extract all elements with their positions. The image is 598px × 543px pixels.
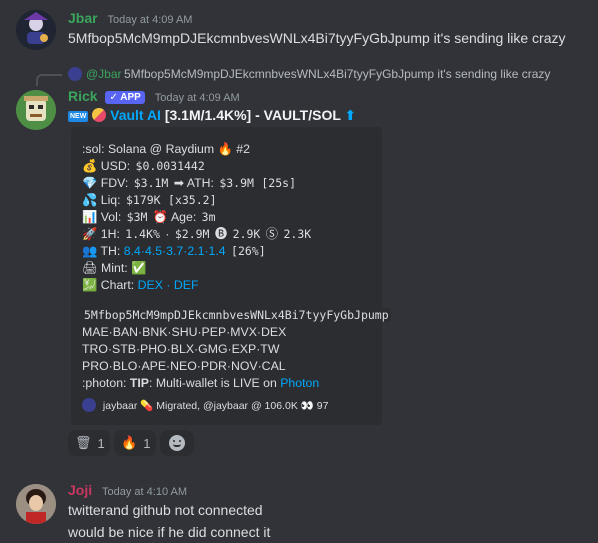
th-label: TH: — [100, 244, 121, 258]
chain-text: :sol: Solana @ Raydium — [82, 142, 215, 156]
age-label: Age: — [170, 210, 197, 224]
reaction-count: 1 — [97, 435, 105, 451]
footer-text: jaybaar 💊 Migrated, @jaybaar @ 106.0K 👀 … — [102, 400, 329, 412]
wastebasket-icon: 🗑 — [75, 435, 92, 450]
ath-value: $3.9M — [217, 176, 256, 190]
clock-icon: ⏰ — [152, 210, 169, 224]
message-jbar: Jbar Today at 4:09 AM 5Mfbop5McM9mpDJEkc… — [0, 0, 598, 60]
fire-icon: 🔥 — [121, 435, 138, 450]
sell-icon: Ⓢ — [265, 227, 279, 241]
pill-icon — [92, 108, 107, 122]
footer-avatar-icon — [82, 398, 96, 412]
chart-label: Chart: — [100, 278, 135, 292]
author-name[interactable]: Jbar — [68, 10, 98, 26]
printer-icon: 🖨 — [82, 261, 98, 275]
address-line[interactable]: 5Mfbop5McM9mpDJEkcmnbvesWNLx4Bi7tyyFyGbJ… — [82, 307, 391, 323]
author-name[interactable]: Joji — [68, 482, 92, 498]
links-row-1[interactable]: MAE·BAN·BNK·SHU·PEP·MVX·DEX — [82, 324, 286, 340]
chart-links[interactable]: DEX · DEF — [138, 278, 199, 292]
embed-title: NEW Vault AI [3.1M/1.4K%] - VAULT/SOL ⬆ — [68, 107, 356, 124]
h1-sells: 2.3K — [281, 227, 314, 241]
fire-icon: 🔥 — [217, 142, 233, 156]
avatar-joji[interactable] — [16, 484, 56, 524]
token-embed: :sol: Solana @ Raydium 🔥 #2 💰 USD: $0.00… — [71, 127, 391, 425]
usd-line: 💰 USD: $0.0031442 — [82, 158, 207, 174]
ath-age: [25s] — [259, 176, 298, 190]
tip-prefix: :photon: — [82, 376, 127, 390]
tip-label: TIP — [129, 376, 150, 390]
reply-preview[interactable]: @Jbar 5Mfbop5McM9mpDJEkcmnbvesWNLx4Bi7ty… — [36, 64, 596, 86]
embed-footer: jaybaar 💊 Migrated, @jaybaar @ 106.0K 👀 … — [82, 398, 328, 414]
th-total: [26%] — [229, 244, 268, 258]
h1-vol: $2.9M — [172, 227, 212, 241]
th-line: 👥 TH: 8.4·4.5·3.7·2.1·1.4 [26%] — [82, 243, 268, 259]
check-icon: ✅ — [131, 261, 147, 275]
liq-line: 💦 Liq: $179K [x35.2] — [82, 192, 219, 208]
chain-line: :sol: Solana @ Raydium 🔥 #2 — [82, 141, 250, 157]
buy-icon: 🅑 — [214, 227, 228, 241]
timestamp: Today at 4:09 AM — [154, 92, 240, 104]
links-row-2[interactable]: TRO·STB·PHO·BLX·GMG·EXP·TW — [82, 341, 279, 357]
app-badge: ✓ APP — [105, 91, 145, 104]
reaction-wastebasket[interactable]: 🗑 1 — [68, 430, 110, 456]
message-text: would be nice if he did connect it — [68, 524, 271, 540]
tip-text: : Multi-wallet is LIVE on — [149, 376, 277, 390]
liq-label: Liq: — [100, 193, 121, 207]
links-row-3[interactable]: PRO·BLO·APE·NEO·PDR·NOV·CAL — [82, 358, 286, 374]
age-value: 3m — [199, 210, 218, 224]
avatar-jbar[interactable] — [16, 10, 56, 50]
photon-link[interactable]: Photon — [280, 376, 319, 390]
chart-line: 💹 Chart: DEX · DEF — [82, 277, 198, 293]
h1-pct: 1.4K% — [123, 227, 162, 241]
h1-label: 1H: — [100, 227, 120, 241]
reaction-fire[interactable]: 🔥 1 — [114, 430, 156, 456]
fdv-line: 💎 FDV: $3.1M ➡ ATH: $3.9M [25s] — [82, 175, 298, 191]
mint-line: 🖨 Mint: ✅ — [82, 260, 146, 276]
embed-title-stats: [3.1M/1.4K%] - VAULT/SOL — [164, 107, 341, 123]
vol-label: Vol: — [100, 210, 122, 224]
money-bag-icon: 💰 — [82, 159, 98, 173]
usd-value: $0.0031442 — [133, 159, 207, 173]
contract-address[interactable]: 5Mfbop5McM9mpDJEkcmnbvesWNLx4Bi7tyyFyGbJ… — [82, 308, 391, 322]
embed-title-link[interactable]: Vault AI — [110, 107, 161, 123]
message-text: 5Mfbop5McM9mpDJEkcmnbvesWNLx4Bi7tyyFyGbJ… — [68, 30, 566, 46]
chart-icon: 💹 — [82, 278, 98, 292]
rank-text: #2 — [236, 142, 250, 156]
usd-label: USD: — [100, 159, 131, 173]
h1-buys: 2.9K — [230, 227, 263, 241]
avatar-rick[interactable] — [16, 90, 56, 130]
add-reaction-button[interactable] — [160, 430, 194, 456]
th-values[interactable]: 8.4·4.5·3.7·2.1·1.4 — [124, 244, 226, 258]
message-text: twitterand github not connected — [68, 502, 263, 518]
droplets-icon: 💦 — [82, 193, 98, 207]
liq-mult: [x35.2] — [166, 193, 219, 207]
fdv-value: $3.1M — [131, 176, 171, 190]
h1-line: 🚀 1H: 1.4K% · $2.9M 🅑 2.9K Ⓢ 2.3K — [82, 227, 314, 241]
author-name[interactable]: Rick — [68, 88, 98, 104]
reply-avatar — [68, 67, 82, 81]
new-icon: NEW — [68, 111, 89, 122]
timestamp: Today at 4:10 AM — [102, 486, 188, 498]
up-arrow-icon: ⬆ — [344, 107, 357, 123]
vol-line: 📊 Vol: $3M ⏰ Age: 3m — [82, 209, 218, 225]
ath-label: ➡ ATH: — [173, 176, 214, 190]
smile-icon — [169, 435, 185, 451]
gem-icon: 💎 — [82, 176, 98, 190]
reply-spine — [36, 74, 62, 86]
vol-value: $3M — [124, 210, 150, 224]
rocket-icon: 🚀 — [82, 227, 98, 241]
timestamp: Today at 4:09 AM — [107, 14, 193, 26]
reply-text: 5Mfbop5McM9mpDJEkcmnbvesWNLx4Bi7tyyFyGbJ… — [124, 67, 551, 81]
reply-author[interactable]: @Jbar — [86, 67, 122, 81]
fdv-label: FDV: — [100, 176, 129, 190]
reaction-count: 1 — [143, 435, 151, 451]
mint-label: Mint: — [101, 261, 128, 275]
people-icon: 👥 — [82, 244, 98, 258]
message-joji: Joji Today at 4:10 AM twitterand github … — [0, 476, 598, 543]
bar-chart-icon: 📊 — [82, 210, 98, 224]
liq-value: $179K — [123, 193, 163, 207]
tip-line: :photon: TIP: Multi-wallet is LIVE on Ph… — [82, 375, 319, 391]
